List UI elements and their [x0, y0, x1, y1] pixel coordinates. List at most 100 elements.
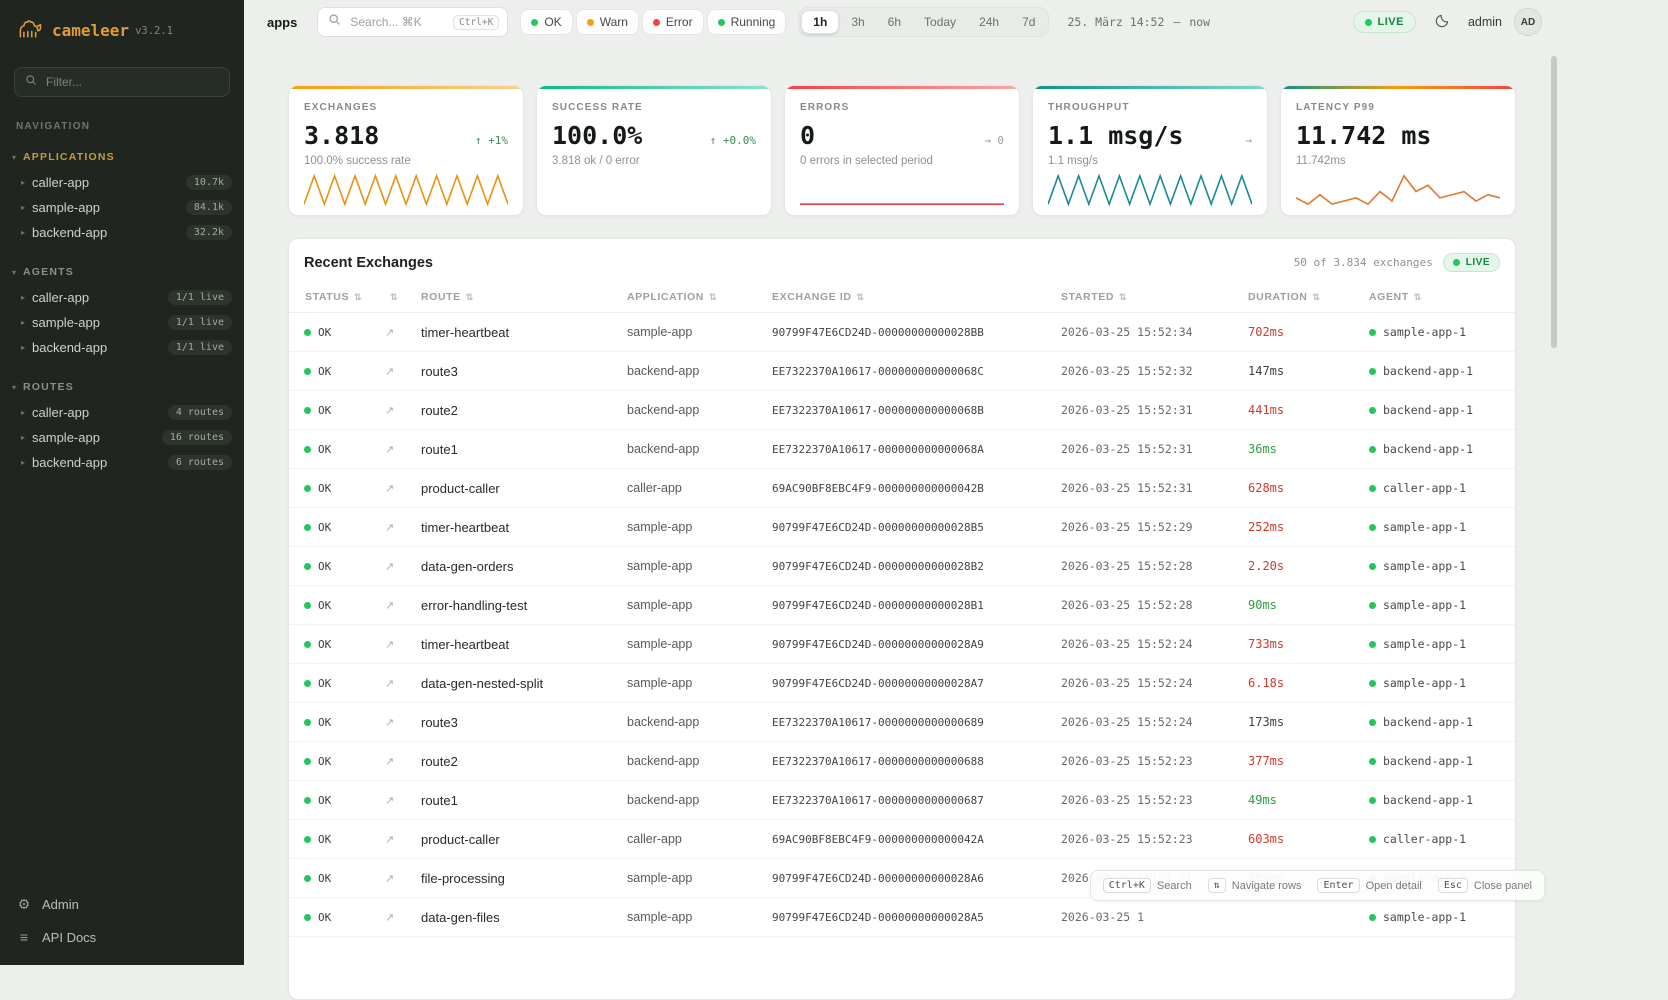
open-detail-icon[interactable]: ↗: [385, 638, 394, 651]
exchange-row[interactable]: OK ↗ route3 backend-app EE7322370A10617-…: [289, 352, 1515, 391]
live-badge[interactable]: LIVE: [1353, 11, 1416, 33]
exchange-row[interactable]: OK ↗ timer-heartbeat sample-app 90799F47…: [289, 625, 1515, 664]
open-detail-icon[interactable]: ↗: [385, 560, 394, 573]
hint-label: Search: [1157, 880, 1192, 892]
agent-cell: backend-app-1: [1353, 715, 1515, 729]
sidebar-footer-item[interactable]: ⚙ Admin: [16, 896, 228, 913]
agent-live-dot: [1369, 914, 1376, 921]
search-box[interactable]: Ctrl+K: [317, 7, 508, 37]
chevron-right-icon: ▸: [21, 203, 25, 212]
open-cell: ↗: [369, 833, 405, 846]
time-range-button[interactable]: Today: [913, 11, 967, 33]
open-detail-icon[interactable]: ↗: [385, 443, 394, 456]
exchange-row[interactable]: OK ↗ product-caller caller-app 69AC90BF8…: [289, 469, 1515, 508]
column-header[interactable]: ROUTE ⇅: [405, 282, 611, 312]
column-header[interactable]: STATUS ⇅: [289, 282, 369, 312]
sidebar-item[interactable]: ▸ sample-app 16 routes: [0, 425, 244, 450]
sidebar-footer-item[interactable]: ≡ API Docs: [16, 929, 228, 945]
panel-live-badge[interactable]: LIVE: [1443, 253, 1500, 272]
application-cell: backend-app: [611, 403, 756, 417]
status-dot: [587, 19, 594, 26]
time-range-button[interactable]: 7d: [1011, 11, 1046, 33]
exchange-row[interactable]: OK ↗ timer-heartbeat sample-app 90799F47…: [289, 508, 1515, 547]
status-ok-dot: [304, 719, 311, 726]
started-cell: 2026-03-25 15:52:31: [1045, 403, 1232, 417]
status-filter-chip[interactable]: Error: [642, 9, 704, 35]
exchange-row[interactable]: OK ↗ route2 backend-app EE7322370A10617-…: [289, 391, 1515, 430]
search-input[interactable]: [348, 14, 446, 30]
sidebar-section-header[interactable]: ▾ AGENTS: [0, 259, 244, 285]
status-filter-chip[interactable]: Warn: [576, 9, 639, 35]
vertical-scrollbar[interactable]: [1551, 56, 1557, 348]
open-detail-icon[interactable]: ↗: [385, 833, 394, 846]
exchange-row[interactable]: OK ↗ data-gen-nested-split sample-app 90…: [289, 664, 1515, 703]
open-detail-icon[interactable]: ↗: [385, 677, 394, 690]
application-cell: backend-app: [611, 754, 756, 768]
keyboard-hints: Ctrl+K Search ⇅ Navigate rows Enter Open…: [1090, 870, 1545, 901]
agent-cell: sample-app-1: [1353, 559, 1515, 573]
exchange-row[interactable]: OK ↗ timer-heartbeat sample-app 90799F47…: [289, 313, 1515, 352]
sidebar-item[interactable]: ▸ caller-app 10.7k: [0, 170, 244, 195]
chevron-down-icon: ▾: [12, 268, 16, 277]
sidebar-item[interactable]: ▸ backend-app 1/1 live: [0, 335, 244, 360]
sidebar-filter[interactable]: [14, 67, 230, 97]
status-filter-chip[interactable]: OK: [520, 9, 572, 35]
open-detail-icon[interactable]: ↗: [385, 365, 394, 378]
sidebar-section-header[interactable]: ▾ ROUTES: [0, 374, 244, 400]
open-detail-icon[interactable]: ↗: [385, 716, 394, 729]
time-range-button[interactable]: 6h: [877, 11, 912, 33]
column-header[interactable]: STARTED ⇅: [1045, 282, 1232, 312]
time-range-button[interactable]: 3h: [840, 11, 875, 33]
open-detail-icon[interactable]: ↗: [385, 326, 394, 339]
sidebar-item[interactable]: ▸ caller-app 4 routes: [0, 400, 244, 425]
sidebar-item[interactable]: ▸ backend-app 6 routes: [0, 450, 244, 475]
sidebar-footer: ⚙ Admin ≡ API Docs: [0, 884, 244, 965]
open-detail-icon[interactable]: ↗: [385, 872, 394, 885]
exchange-row[interactable]: OK ↗ route1 backend-app EE7322370A10617-…: [289, 781, 1515, 820]
exchange-row[interactable]: OK ↗ route1 backend-app EE7322370A10617-…: [289, 430, 1515, 469]
brand-version: v3.2.1: [135, 25, 173, 37]
open-detail-icon[interactable]: ↗: [385, 755, 394, 768]
avatar[interactable]: AD: [1514, 8, 1542, 36]
status-filter-chip[interactable]: Running: [707, 9, 787, 35]
column-header-label: AGENT: [1369, 291, 1409, 303]
sidebar-item[interactable]: ▸ backend-app 32.2k: [0, 220, 244, 245]
agent-live-dot: [1369, 407, 1376, 414]
time-range-button[interactable]: 1h: [801, 10, 839, 34]
open-detail-icon[interactable]: ↗: [385, 599, 394, 612]
sidebar-item[interactable]: ▸ sample-app 84.1k: [0, 195, 244, 220]
keyboard-hint: Ctrl+K Search: [1103, 878, 1192, 893]
exchange-row[interactable]: OK ↗ route3 backend-app EE7322370A10617-…: [289, 703, 1515, 742]
dark-mode-toggle[interactable]: [1428, 8, 1456, 36]
column-header[interactable]: EXCHANGE ID ⇅: [756, 282, 1045, 312]
agent-cell: backend-app-1: [1353, 754, 1515, 768]
status-text: OK: [318, 404, 331, 417]
sidebar-item[interactable]: ▸ caller-app 1/1 live: [0, 285, 244, 310]
open-detail-icon[interactable]: ↗: [385, 521, 394, 534]
sidebar-section-header[interactable]: ▾ APPLICATIONS: [0, 144, 244, 170]
open-detail-icon[interactable]: ↗: [385, 404, 394, 417]
open-detail-icon[interactable]: ↗: [385, 482, 394, 495]
column-header[interactable]: ⇅: [369, 283, 405, 312]
open-detail-icon[interactable]: ↗: [385, 794, 394, 807]
sidebar: cameleer v3.2.1 NAVIGATION ▾ APPLICATION…: [0, 0, 244, 965]
agent-name: backend-app-1: [1383, 364, 1473, 378]
time-range-button[interactable]: 24h: [968, 11, 1010, 33]
status-cell: OK: [289, 872, 369, 885]
exchange-row[interactable]: OK ↗ route2 backend-app EE7322370A10617-…: [289, 742, 1515, 781]
stat-label: EXCHANGES: [304, 102, 508, 113]
sidebar-filter-input[interactable]: [44, 74, 219, 90]
open-detail-icon[interactable]: ↗: [385, 911, 394, 924]
sidebar-item[interactable]: ▸ sample-app 1/1 live: [0, 310, 244, 335]
stat-card: ERRORS 0 → 0 0 errors in selected period: [784, 85, 1020, 216]
started-cell: 2026-03-25 15:52:31: [1045, 442, 1232, 456]
column-header[interactable]: DURATION ⇅: [1232, 282, 1353, 312]
stat-value: 0: [800, 121, 815, 150]
column-header[interactable]: AGENT ⇅: [1353, 282, 1515, 312]
exchange-row[interactable]: OK ↗ data-gen-files sample-app 90799F47E…: [289, 898, 1515, 937]
exchange-row[interactable]: OK ↗ error-handling-test sample-app 9079…: [289, 586, 1515, 625]
sort-icon: ⇅: [466, 292, 474, 303]
exchange-row[interactable]: OK ↗ data-gen-orders sample-app 90799F47…: [289, 547, 1515, 586]
exchange-row[interactable]: OK ↗ product-caller caller-app 69AC90BF8…: [289, 820, 1515, 859]
column-header[interactable]: APPLICATION ⇅: [611, 282, 756, 312]
